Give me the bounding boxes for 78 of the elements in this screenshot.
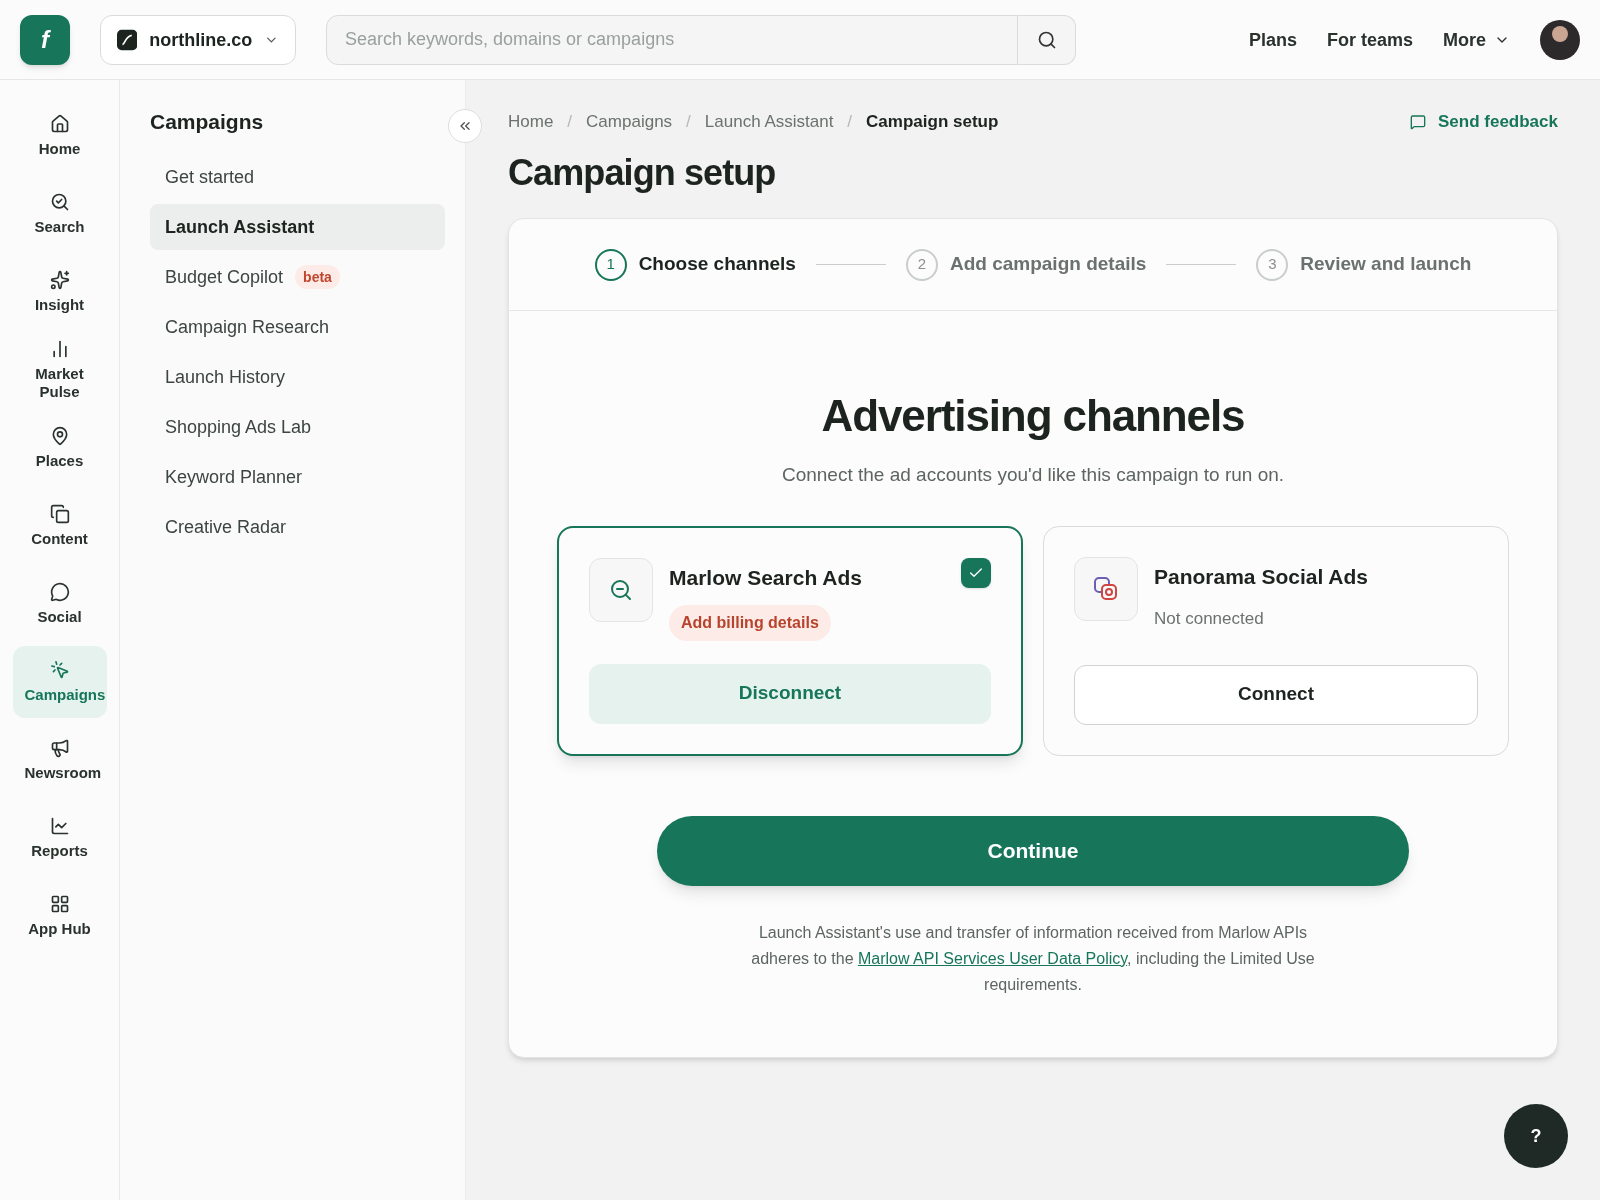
sidebar-item-label: Budget Copilot bbox=[165, 265, 284, 289]
search-icon bbox=[49, 192, 70, 212]
message-icon bbox=[1410, 114, 1426, 130]
step[interactable]: 2 Add campaign details bbox=[905, 248, 1147, 281]
billing-warning-badge[interactable]: Add billing details bbox=[669, 605, 831, 641]
sidebar-item[interactable]: Get started bbox=[150, 154, 445, 200]
connection-status: Not connected bbox=[1154, 608, 1264, 630]
beta-badge: beta bbox=[295, 265, 340, 289]
step[interactable]: 1 Choose channels bbox=[594, 248, 796, 281]
rail-item[interactable]: Social bbox=[12, 568, 107, 640]
channel-card[interactable]: Marlow Search Ads Add billing details Disconnect bbox=[557, 525, 1023, 756]
line-chart-icon bbox=[49, 816, 70, 836]
nav-link[interactable]: For teams bbox=[1326, 25, 1413, 54]
collapse-button[interactable] bbox=[448, 109, 482, 143]
breadcrumb-link[interactable]: Launch Assistant bbox=[704, 109, 834, 135]
rail-item[interactable]: App Hub bbox=[12, 880, 107, 952]
rail-item[interactable]: Newsroom bbox=[12, 724, 107, 796]
sidebar-item[interactable]: Budget Copilot beta bbox=[150, 254, 445, 300]
step[interactable]: 3 Review and launch bbox=[1256, 248, 1472, 281]
channel-name: Panorama Social Ads bbox=[1154, 563, 1368, 590]
search-icon bbox=[1036, 29, 1057, 50]
cursor-icon bbox=[49, 660, 70, 680]
rail-item[interactable]: Insight bbox=[12, 256, 107, 328]
breadcrumb-separator: / bbox=[567, 111, 573, 134]
search-field[interactable]: Search keywords, domains or campaigns bbox=[326, 14, 1018, 65]
rail-item[interactable]: Home bbox=[12, 100, 107, 172]
feedback-link[interactable]: Send feedback bbox=[1410, 109, 1558, 135]
rail-item[interactable]: Content bbox=[12, 490, 107, 562]
breadcrumb-separator: / bbox=[847, 111, 853, 134]
chat-bubble-icon bbox=[49, 582, 70, 602]
sidebar-item-label: Launch History bbox=[165, 365, 286, 389]
magnifier-icon bbox=[609, 577, 633, 602]
sidebar-item-label: Shopping Ads Lab bbox=[165, 415, 312, 439]
sidebar-item[interactable]: Keyword Planner bbox=[150, 454, 445, 500]
sparkle-icon bbox=[49, 270, 70, 290]
grid-icon bbox=[49, 894, 70, 914]
workspace-icon bbox=[117, 28, 138, 51]
sidebar-item-label: Creative Radar bbox=[165, 515, 287, 539]
sidebar-item[interactable]: Launch History bbox=[150, 354, 445, 400]
breadcrumb-separator: / bbox=[686, 111, 691, 134]
home-icon bbox=[49, 114, 70, 134]
section-heading: Advertising channels bbox=[821, 390, 1245, 442]
sidebar-item-label: Keyword Planner bbox=[165, 465, 303, 489]
legal-notice: Launch Assistant's use and transfer of information received from Marlow APIs adheres to the Marlow API Services User Data Policy, including the Limited Use requirements. bbox=[750, 922, 1316, 995]
overlapping-squares-icon bbox=[1093, 575, 1119, 602]
rail-item[interactable]: Places bbox=[12, 412, 107, 484]
help-button[interactable]: ? bbox=[1504, 1104, 1568, 1168]
megaphone-icon bbox=[49, 738, 70, 758]
breadcrumb-link[interactable]: Campaign setup bbox=[866, 109, 999, 135]
sidebar-title: Campaigns bbox=[150, 109, 265, 136]
breadcrumb-link[interactable]: Home bbox=[508, 109, 554, 135]
connect-button[interactable]: Connect bbox=[1074, 664, 1478, 725]
nav-link[interactable]: Plans bbox=[1248, 25, 1297, 54]
checkbox[interactable] bbox=[961, 557, 991, 588]
search-button[interactable] bbox=[1018, 14, 1076, 65]
sidebar-item-label: Launch Assistant bbox=[165, 215, 315, 239]
sidebar-item[interactable]: Creative Radar bbox=[150, 504, 445, 550]
continue-button[interactable]: Continue bbox=[657, 815, 1409, 886]
breadcrumb-link[interactable]: Campaigns bbox=[586, 109, 673, 135]
rail-item[interactable]: Search bbox=[12, 178, 107, 250]
channel-card[interactable]: Panorama Social Ads Not connected Connect bbox=[1043, 525, 1509, 756]
nav-link[interactable]: More bbox=[1443, 25, 1510, 54]
user-avatar[interactable] bbox=[1540, 19, 1580, 60]
page-title: Campaign setup bbox=[508, 151, 777, 195]
channel-name: Marlow Search Ads bbox=[669, 564, 862, 591]
sidebar-item-label: Campaign Research bbox=[165, 315, 330, 339]
sidebar-item[interactable]: Launch Assistant bbox=[150, 204, 445, 250]
sidebar-item-label: Get started bbox=[165, 165, 255, 189]
sidebar-item[interactable]: Shopping Ads Lab bbox=[150, 404, 445, 450]
disconnect-button[interactable]: Disconnect bbox=[589, 663, 991, 724]
copy-icon bbox=[49, 504, 70, 524]
rail-item[interactable]: Market Pulse bbox=[12, 334, 107, 406]
rail-item[interactable]: Campaigns bbox=[12, 646, 107, 718]
workspace-selector[interactable]: northline.co bbox=[100, 14, 296, 65]
sidebar-item[interactable]: Campaign Research bbox=[150, 304, 445, 350]
section-subheading: Connect the ad accounts you'd like this campaign to run on. bbox=[781, 463, 1285, 487]
app-logo[interactable]: f bbox=[20, 14, 70, 65]
rail-item[interactable]: Reports bbox=[12, 802, 107, 874]
